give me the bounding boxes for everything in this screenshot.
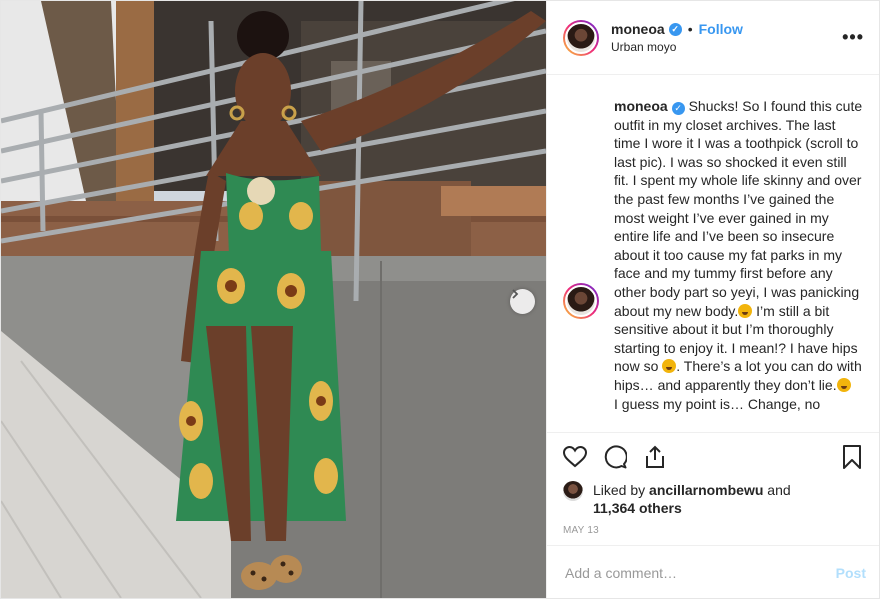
header-meta: moneoa ✓ • Follow Urban moyo xyxy=(611,21,743,54)
save-button[interactable] xyxy=(838,443,866,471)
location-link[interactable]: Urban moyo xyxy=(611,40,743,54)
share-icon xyxy=(646,445,664,468)
caption-username[interactable]: moneoa xyxy=(614,98,668,114)
instagram-post: moneoa ✓ • Follow Urban moyo ••• moneoa ✓… xyxy=(0,0,880,599)
username-link[interactable]: moneoa xyxy=(611,21,665,37)
profile-avatar[interactable] xyxy=(563,19,599,56)
likes-count[interactable]: 11,364 others xyxy=(593,500,682,516)
verified-badge-icon: ✓ xyxy=(668,22,682,36)
avatar-image xyxy=(565,21,597,54)
caption-avatar[interactable] xyxy=(563,283,599,319)
carousel-next-button[interactable] xyxy=(510,289,535,314)
grimacing-emoji-icon xyxy=(738,303,753,318)
like-button[interactable] xyxy=(561,443,589,471)
comment-input[interactable] xyxy=(563,564,817,582)
caption-text-4: I guess my point is… Change, no xyxy=(614,395,821,412)
post-side-panel: moneoa ✓ • Follow Urban moyo ••• moneoa ✓… xyxy=(546,1,879,598)
caption-area: moneoa ✓ Shucks! So I found this cute out… xyxy=(547,75,879,432)
comment-bubble-icon xyxy=(604,445,627,469)
verified-badge-icon: ✓ xyxy=(671,101,685,115)
photo-illustration xyxy=(1,1,546,598)
liked-by-label: Liked by xyxy=(593,482,650,498)
tongue-emoji-icon xyxy=(662,359,677,374)
post-header: moneoa ✓ • Follow Urban moyo ••• xyxy=(547,1,879,75)
relieved-emoji-icon xyxy=(836,377,851,392)
post-caption: moneoa ✓ Shucks! So I found this cute out… xyxy=(614,97,864,413)
liker-username[interactable]: ancillarnombewu xyxy=(649,482,763,498)
likes-row: Liked by ancillarnombewu and 11,364 othe… xyxy=(563,481,791,517)
post-actions: Liked by ancillarnombewu and 11,364 othe… xyxy=(547,432,879,598)
follow-button[interactable]: Follow xyxy=(699,21,743,37)
avatar-image xyxy=(565,285,597,317)
comment-box: Post xyxy=(547,545,879,598)
comment-button[interactable] xyxy=(601,443,629,471)
caption-text-1: Shucks! So I found this cute outfit in m… xyxy=(614,98,863,319)
more-options-icon[interactable]: ••• xyxy=(842,27,864,48)
chevron-right-icon xyxy=(512,289,519,299)
post-photo[interactable] xyxy=(1,1,546,598)
post-date[interactable]: MAY 13 xyxy=(563,525,599,536)
action-icons xyxy=(561,443,669,471)
separator-dot: • xyxy=(687,21,693,37)
header-user-line: moneoa ✓ • Follow xyxy=(611,21,743,37)
post-comment-button[interactable]: Post xyxy=(836,565,866,581)
share-button[interactable] xyxy=(641,443,669,471)
liker-avatar[interactable] xyxy=(563,481,583,501)
bookmark-icon xyxy=(843,445,861,469)
likes-text: Liked by ancillarnombewu and 11,364 othe… xyxy=(593,481,791,517)
likes-and: and xyxy=(763,482,791,498)
heart-icon xyxy=(563,446,587,468)
